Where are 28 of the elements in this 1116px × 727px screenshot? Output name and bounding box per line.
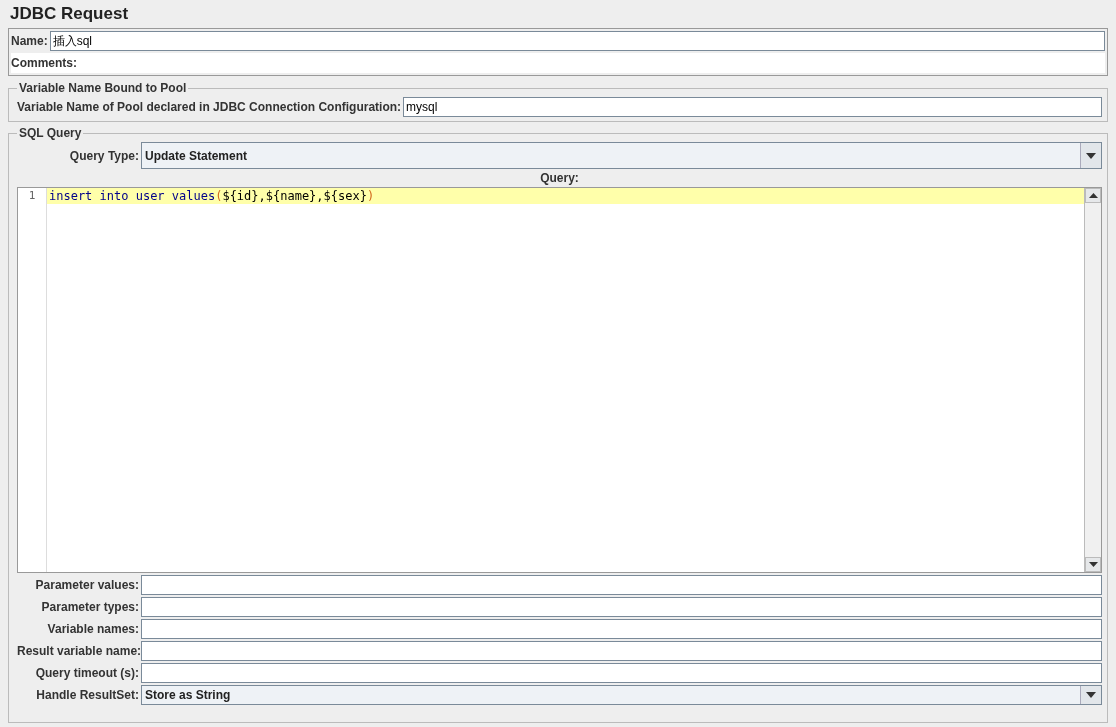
scroll-up-icon[interactable] <box>1085 188 1101 203</box>
field-label: Parameter values: <box>34 578 139 592</box>
field-label: Parameter types: <box>40 600 139 614</box>
group-legend: SQL Query <box>17 126 84 140</box>
line-number: 1 <box>27 188 37 204</box>
text-field[interactable] <box>141 663 1102 683</box>
result-set-dropdown[interactable]: Store as String <box>141 685 1102 705</box>
name-label: Name: <box>11 34 48 48</box>
pool-label: Variable Name of Pool declared in JDBC Connection Configuration: <box>17 100 402 114</box>
field-label: Variable names: <box>46 622 139 636</box>
panel-title: JDBC Request <box>9 4 130 25</box>
field-label: Handle ResultSet: <box>35 688 139 702</box>
query-type-label: Query Type: <box>68 148 139 163</box>
text-field[interactable] <box>141 619 1102 639</box>
text-field[interactable] <box>141 575 1102 595</box>
text-field[interactable] <box>141 641 1102 661</box>
name-field[interactable]: 插入sql <box>49 31 1105 51</box>
scroll-down-icon[interactable] <box>1085 557 1101 572</box>
text-field[interactable] <box>141 597 1102 617</box>
query-type-dropdown[interactable]: Update Statement <box>141 142 1102 169</box>
query-label: Query: <box>539 171 580 185</box>
comments-label: Comments: <box>11 56 77 70</box>
group-legend: Variable Name Bound to Pool <box>17 81 189 95</box>
field-label: Query timeout (s): <box>34 666 139 680</box>
query-editor[interactable]: 1 insert into user values(${id},${name},${sex}) <box>17 187 1102 573</box>
vertical-scrollbar[interactable] <box>1084 188 1101 572</box>
field-label: Result variable name: <box>17 644 139 658</box>
pool-name-field[interactable]: mysql <box>403 97 1102 117</box>
